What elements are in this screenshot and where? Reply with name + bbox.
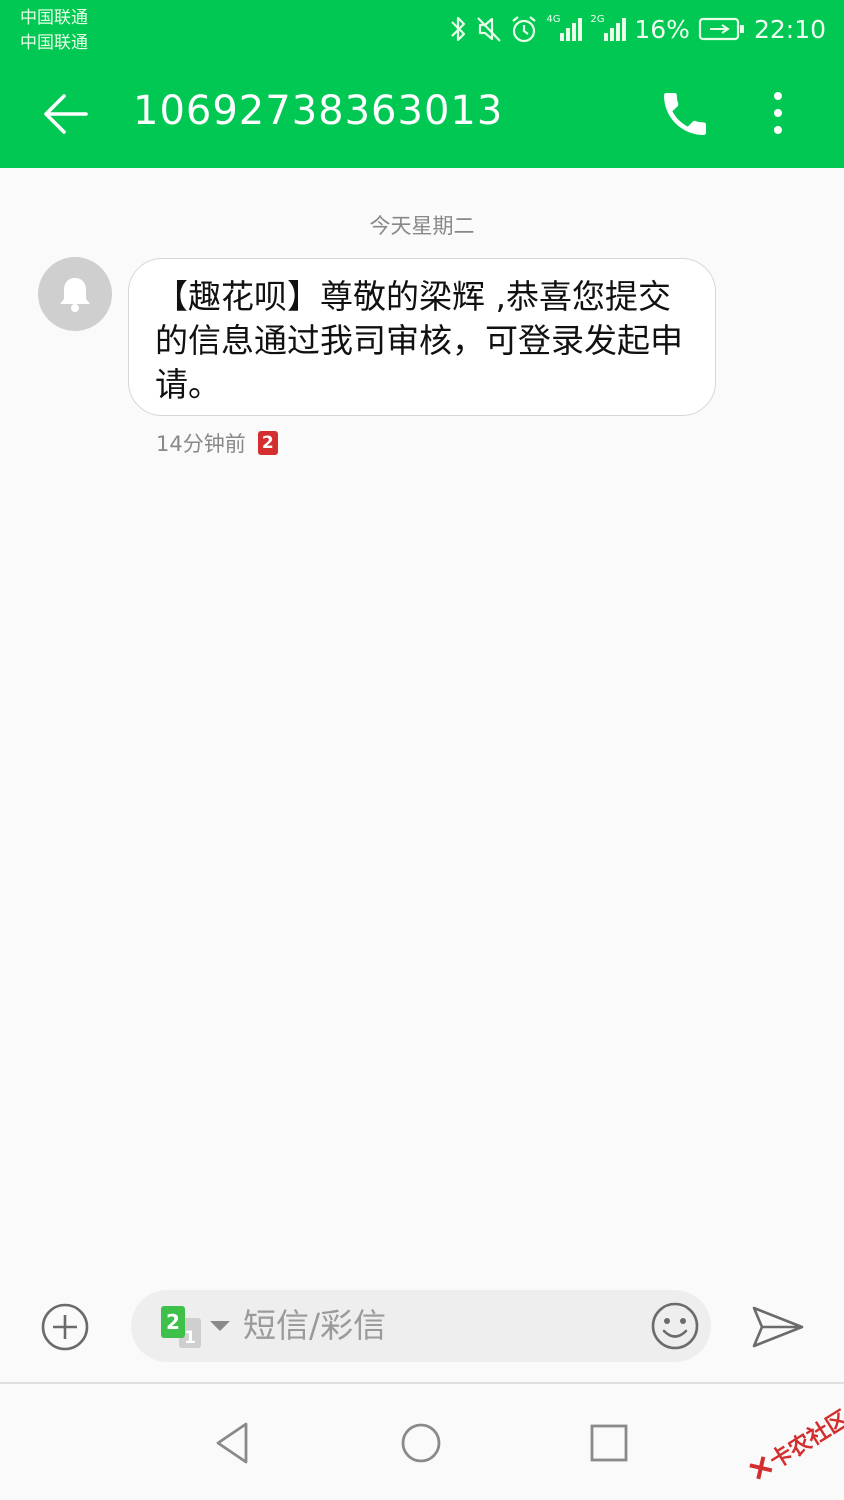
nav-home-button[interactable]: [396, 1418, 446, 1468]
emoji-button[interactable]: [649, 1300, 701, 1352]
chevron-down-icon: [210, 1321, 230, 1331]
nav-recent-icon: [590, 1424, 628, 1462]
clock: 22:10: [753, 14, 826, 44]
call-button[interactable]: [657, 86, 713, 142]
bell-icon: [60, 278, 90, 312]
signal-icon-2: 2G: [590, 14, 627, 41]
message-composer[interactable]: 1 2 短信/彩信: [131, 1290, 711, 1362]
more-vertical-icon: [774, 92, 782, 134]
message-bubble[interactable]: 【趣花呗】尊敬的梁辉 ,恭喜您提交的信息通过我司审核，可登录发起申请。: [128, 258, 716, 416]
sim1-network-label: 4G: [546, 13, 561, 25]
message-time: 14分钟前: [156, 432, 246, 456]
bluetooth-icon: [451, 16, 466, 42]
navigation-bar: [0, 1384, 844, 1500]
battery-percent: 16%: [634, 14, 690, 44]
carrier-2: 中国联通: [20, 33, 88, 53]
send-button[interactable]: [750, 1302, 806, 1352]
battery-icon: [698, 17, 744, 41]
conversation-title: 10692738363013: [133, 88, 504, 134]
mute-icon: [477, 17, 502, 42]
message-meta: 14分钟前 2: [156, 428, 278, 458]
sim-badge: 2: [257, 431, 278, 455]
message-input[interactable]: 短信/彩信: [243, 1306, 386, 1346]
nav-recent-button[interactable]: [584, 1418, 634, 1468]
sim2-network-label: 2G: [590, 13, 605, 25]
sim-card-icon: 1 2: [159, 1304, 203, 1348]
nav-home-icon: [401, 1423, 441, 1463]
sim-active: 2: [161, 1306, 185, 1338]
alarm-icon: [512, 16, 537, 43]
add-attachment-button[interactable]: [40, 1302, 90, 1352]
arrow-left-icon: [44, 94, 88, 134]
more-button[interactable]: [758, 86, 798, 142]
message-text: 【趣花呗】尊敬的梁辉 ,恭喜您提交的信息通过我司审核，可登录发起申请。: [155, 277, 683, 404]
carrier-labels: 中国联通 中国联通: [20, 6, 88, 56]
back-button[interactable]: [38, 86, 94, 142]
carrier-1: 中国联通: [20, 8, 88, 28]
app-bar: 中国联通 中国联通 4G 2G 16% 22:10 10692738363013: [0, 0, 844, 168]
send-icon: [752, 1306, 804, 1348]
status-icons: 4G 2G 16% 22:10: [448, 10, 826, 48]
sim-selector[interactable]: 1 2: [159, 1304, 231, 1348]
date-divider: 今天星期二: [369, 214, 475, 238]
nav-back-button[interactable]: [208, 1418, 258, 1468]
phone-icon: [664, 93, 706, 135]
smile-icon: [651, 1302, 699, 1350]
nav-back-icon: [216, 1422, 248, 1464]
signal-icon: 4G: [546, 14, 583, 41]
plus-circle-icon: [41, 1303, 89, 1351]
avatar[interactable]: [38, 257, 112, 331]
